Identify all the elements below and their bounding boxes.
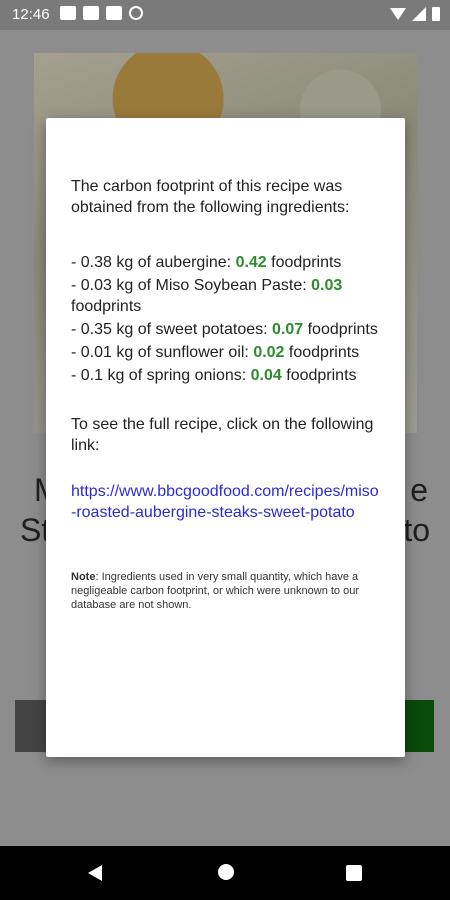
ingredient-item: - 0.35 kg of sweet potatoes: 0.07 foodpr…	[71, 321, 378, 338]
ingredient-list: - 0.38 kg of aubergine: 0.42 foodprints …	[71, 252, 381, 386]
sim-card-icon	[106, 6, 122, 20]
status-bar: 12:46	[0, 0, 450, 30]
system-icons	[390, 7, 440, 21]
note-text: Note: Ingredients used in very small qua…	[71, 571, 360, 611]
ingredient-item: - 0.03 kg of Miso Soybean Paste: 0.03 fo…	[71, 277, 343, 315]
back-icon[interactable]	[88, 865, 102, 881]
ingredient-item: - 0.38 kg of aubergine: 0.42 foodprints	[71, 254, 342, 271]
recent-apps-icon[interactable]	[346, 865, 362, 881]
home-icon[interactable]	[218, 864, 234, 880]
status-time: 12:46	[12, 6, 50, 23]
wifi-icon	[390, 8, 406, 20]
navigation-bar	[0, 846, 450, 900]
gmail-icon	[83, 6, 99, 20]
signal-icon	[412, 7, 426, 21]
gmail-icon	[60, 6, 76, 20]
ingredient-item: - 0.1 kg of spring onions: 0.04 foodprin…	[71, 367, 357, 384]
ingredient-item: - 0.01 kg of sunflower oil: 0.02 foodpri…	[71, 344, 360, 361]
dialog-intro: The carbon footprint of this recipe was …	[71, 178, 350, 216]
see-full-recipe-text: To see the full recipe, click on the fol…	[71, 416, 374, 454]
notification-icons	[60, 6, 143, 20]
blocked-icon	[129, 6, 143, 20]
battery-icon	[432, 7, 440, 21]
recipe-link[interactable]: https://www.bbcgoodfood.com/recipes/miso…	[71, 481, 381, 523]
carbon-footprint-dialog: The carbon footprint of this recipe was …	[46, 118, 405, 757]
